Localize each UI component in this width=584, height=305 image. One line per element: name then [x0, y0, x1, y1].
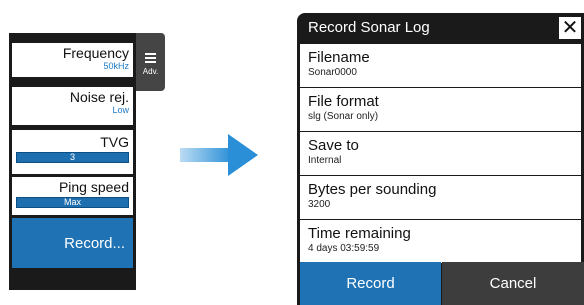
save-to-value: Internal: [308, 155, 342, 166]
tvg-label: TVG: [100, 134, 129, 150]
arrow-right-icon: [180, 134, 258, 176]
ping-speed-label: Ping speed: [58, 179, 129, 195]
advanced-label: Adv.: [142, 67, 159, 76]
file-format-value: slg (Sonar only): [308, 111, 379, 122]
record-menu-item[interactable]: Record...: [12, 218, 133, 268]
time-remaining-field: Time remaining 4 days 03:59:59: [300, 220, 581, 263]
bytes-per-sounding-value: 3200: [308, 199, 331, 210]
file-format-label: File format: [308, 93, 379, 110]
save-to-label: Save to: [308, 137, 359, 154]
hamburger-icon: [145, 53, 156, 65]
save-to-field[interactable]: Save to Internal: [300, 132, 581, 175]
filename-label: Filename: [308, 49, 370, 66]
frequency-value: 50kHz: [103, 61, 129, 71]
close-button[interactable]: ✕: [559, 17, 581, 39]
menu-item-tvg[interactable]: TVG 3: [12, 130, 133, 174]
bytes-per-sounding-field[interactable]: Bytes per sounding 3200: [300, 176, 581, 219]
time-remaining-label: Time remaining: [308, 225, 411, 242]
dialog-title: Record Sonar Log: [308, 19, 430, 36]
bytes-per-sounding-label: Bytes per sounding: [308, 181, 437, 198]
noise-rejection-label: Noise rej.: [69, 89, 129, 105]
file-format-field[interactable]: File format slg (Sonar only): [300, 88, 581, 131]
record-button[interactable]: Record: [300, 262, 441, 305]
cancel-button[interactable]: Cancel: [442, 262, 584, 305]
record-sonar-log-dialog: Record Sonar Log ✕ Filename Sonar0000 Fi…: [297, 13, 584, 305]
filename-field[interactable]: Filename Sonar0000: [300, 44, 581, 87]
advanced-tab[interactable]: Adv.: [136, 33, 165, 91]
filename-value: Sonar0000: [308, 67, 357, 78]
dialog-header: Record Sonar Log ✕: [297, 13, 584, 44]
time-remaining-value: 4 days 03:59:59: [308, 243, 380, 254]
noise-rejection-value: Low: [112, 105, 129, 115]
menu-item-noise-rejection[interactable]: Noise rej. Low: [12, 87, 133, 125]
tvg-slider[interactable]: 3: [16, 152, 129, 163]
menu-item-frequency[interactable]: Frequency 50kHz: [12, 43, 133, 77]
sonar-menu-panel: Frequency 50kHz Noise rej. Low TVG 3 Pin…: [9, 33, 136, 290]
menu-item-ping-speed[interactable]: Ping speed Max: [12, 177, 133, 215]
ping-speed-slider[interactable]: Max: [16, 197, 129, 208]
frequency-label: Frequency: [62, 45, 129, 61]
